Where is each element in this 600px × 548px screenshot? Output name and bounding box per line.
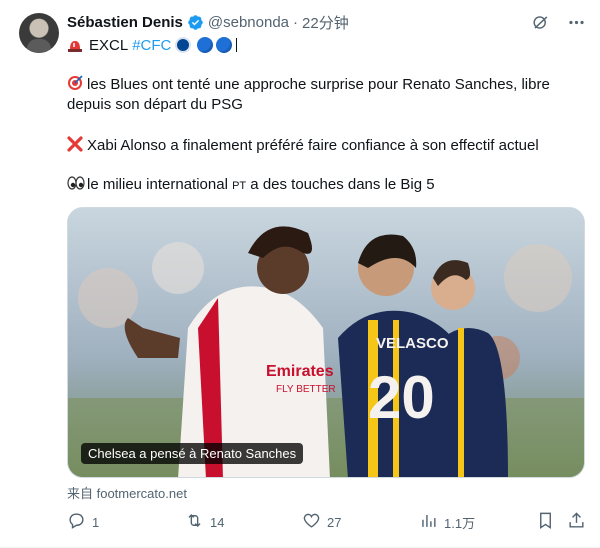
paragraph-1-text: les Blues ont tenté une approche surpris… (67, 76, 550, 113)
reply-icon (67, 511, 92, 533)
action-bar: 1 14 27 1.1万 (67, 510, 587, 534)
heart-icon (302, 511, 327, 533)
target-emoji-icon (67, 75, 83, 91)
excl-text: EXCL (89, 36, 129, 54)
timestamp[interactable]: 22分钟 (302, 12, 349, 33)
tweet-paragraph-2: Xabi Alonso a finalement préféré faire c… (67, 136, 587, 156)
jersey-number: 20 (368, 364, 435, 431)
jersey-name: VELASCO (376, 335, 449, 352)
retweet-count: 14 (210, 514, 225, 530)
sponsor-text-2: FLY BETTER (276, 384, 336, 395)
views-button[interactable]: 1.1万 (419, 510, 475, 534)
sponsor-text: Emirates (266, 363, 334, 380)
like-button[interactable]: 27 (302, 510, 341, 534)
bookmark-icon (536, 511, 561, 533)
link-source[interactable]: 来自 footmercato.net (67, 483, 187, 502)
author-handle[interactable]: @sebnonda (208, 14, 289, 31)
cross-mark-emoji-icon (67, 136, 83, 152)
portugal-flag-letters: PT (232, 180, 247, 192)
paragraph-3-text-b: a des touches dans le Big 5 (246, 176, 435, 193)
retweet-icon (185, 511, 210, 533)
blue-circle-icon (197, 37, 214, 53)
avatar[interactable] (19, 13, 59, 53)
tweet-first-line: EXCL #CFC (67, 34, 238, 56)
views-icon (419, 511, 444, 533)
grok-icon[interactable] (530, 12, 550, 32)
author-name[interactable]: Sébastien Denis (67, 14, 183, 31)
hashtag-cfc[interactable]: #CFC (132, 37, 171, 54)
text-cursor (236, 38, 238, 52)
share-icon (567, 511, 592, 533)
eyes-emoji-icon (67, 175, 85, 191)
share-button[interactable] (567, 510, 592, 534)
views-count: 1.1万 (444, 515, 476, 531)
separator: · (293, 13, 299, 31)
tweet[interactable]: Sébastien Denis @sebnonda · 22分钟 EXCL #C… (0, 0, 600, 548)
paragraph-2-text: Xabi Alonso a finalement préféré faire c… (87, 137, 539, 154)
blue-circle-icon (216, 37, 233, 53)
football-photo: Emirates FLY BETTER VELASCO 20 (68, 208, 584, 477)
reply-count: 1 (92, 514, 100, 530)
top-actions (530, 12, 586, 32)
tweet-paragraph-3: le milieu international PT a des touches… (67, 175, 587, 196)
paragraph-3-text-a: le milieu international (87, 176, 233, 193)
reply-button[interactable]: 1 (67, 510, 99, 534)
tweet-media-image[interactable]: Emirates FLY BETTER VELASCO 20 Chelsea a… (67, 207, 585, 478)
tweet-paragraph-1: les Blues ont tenté une approche surpris… (67, 75, 587, 115)
tweet-header: Sébastien Denis @sebnonda · 22分钟 (67, 12, 349, 32)
retweet-button[interactable]: 14 (185, 510, 224, 534)
bookmark-button[interactable] (536, 510, 561, 534)
more-icon[interactable] (566, 12, 586, 32)
siren-emoji-icon (67, 38, 83, 52)
like-count: 27 (327, 514, 342, 530)
media-caption: Chelsea a pensé à Renato Sanches (81, 443, 304, 464)
verified-badge-icon (187, 14, 204, 31)
chelsea-crest-icon (175, 37, 192, 53)
